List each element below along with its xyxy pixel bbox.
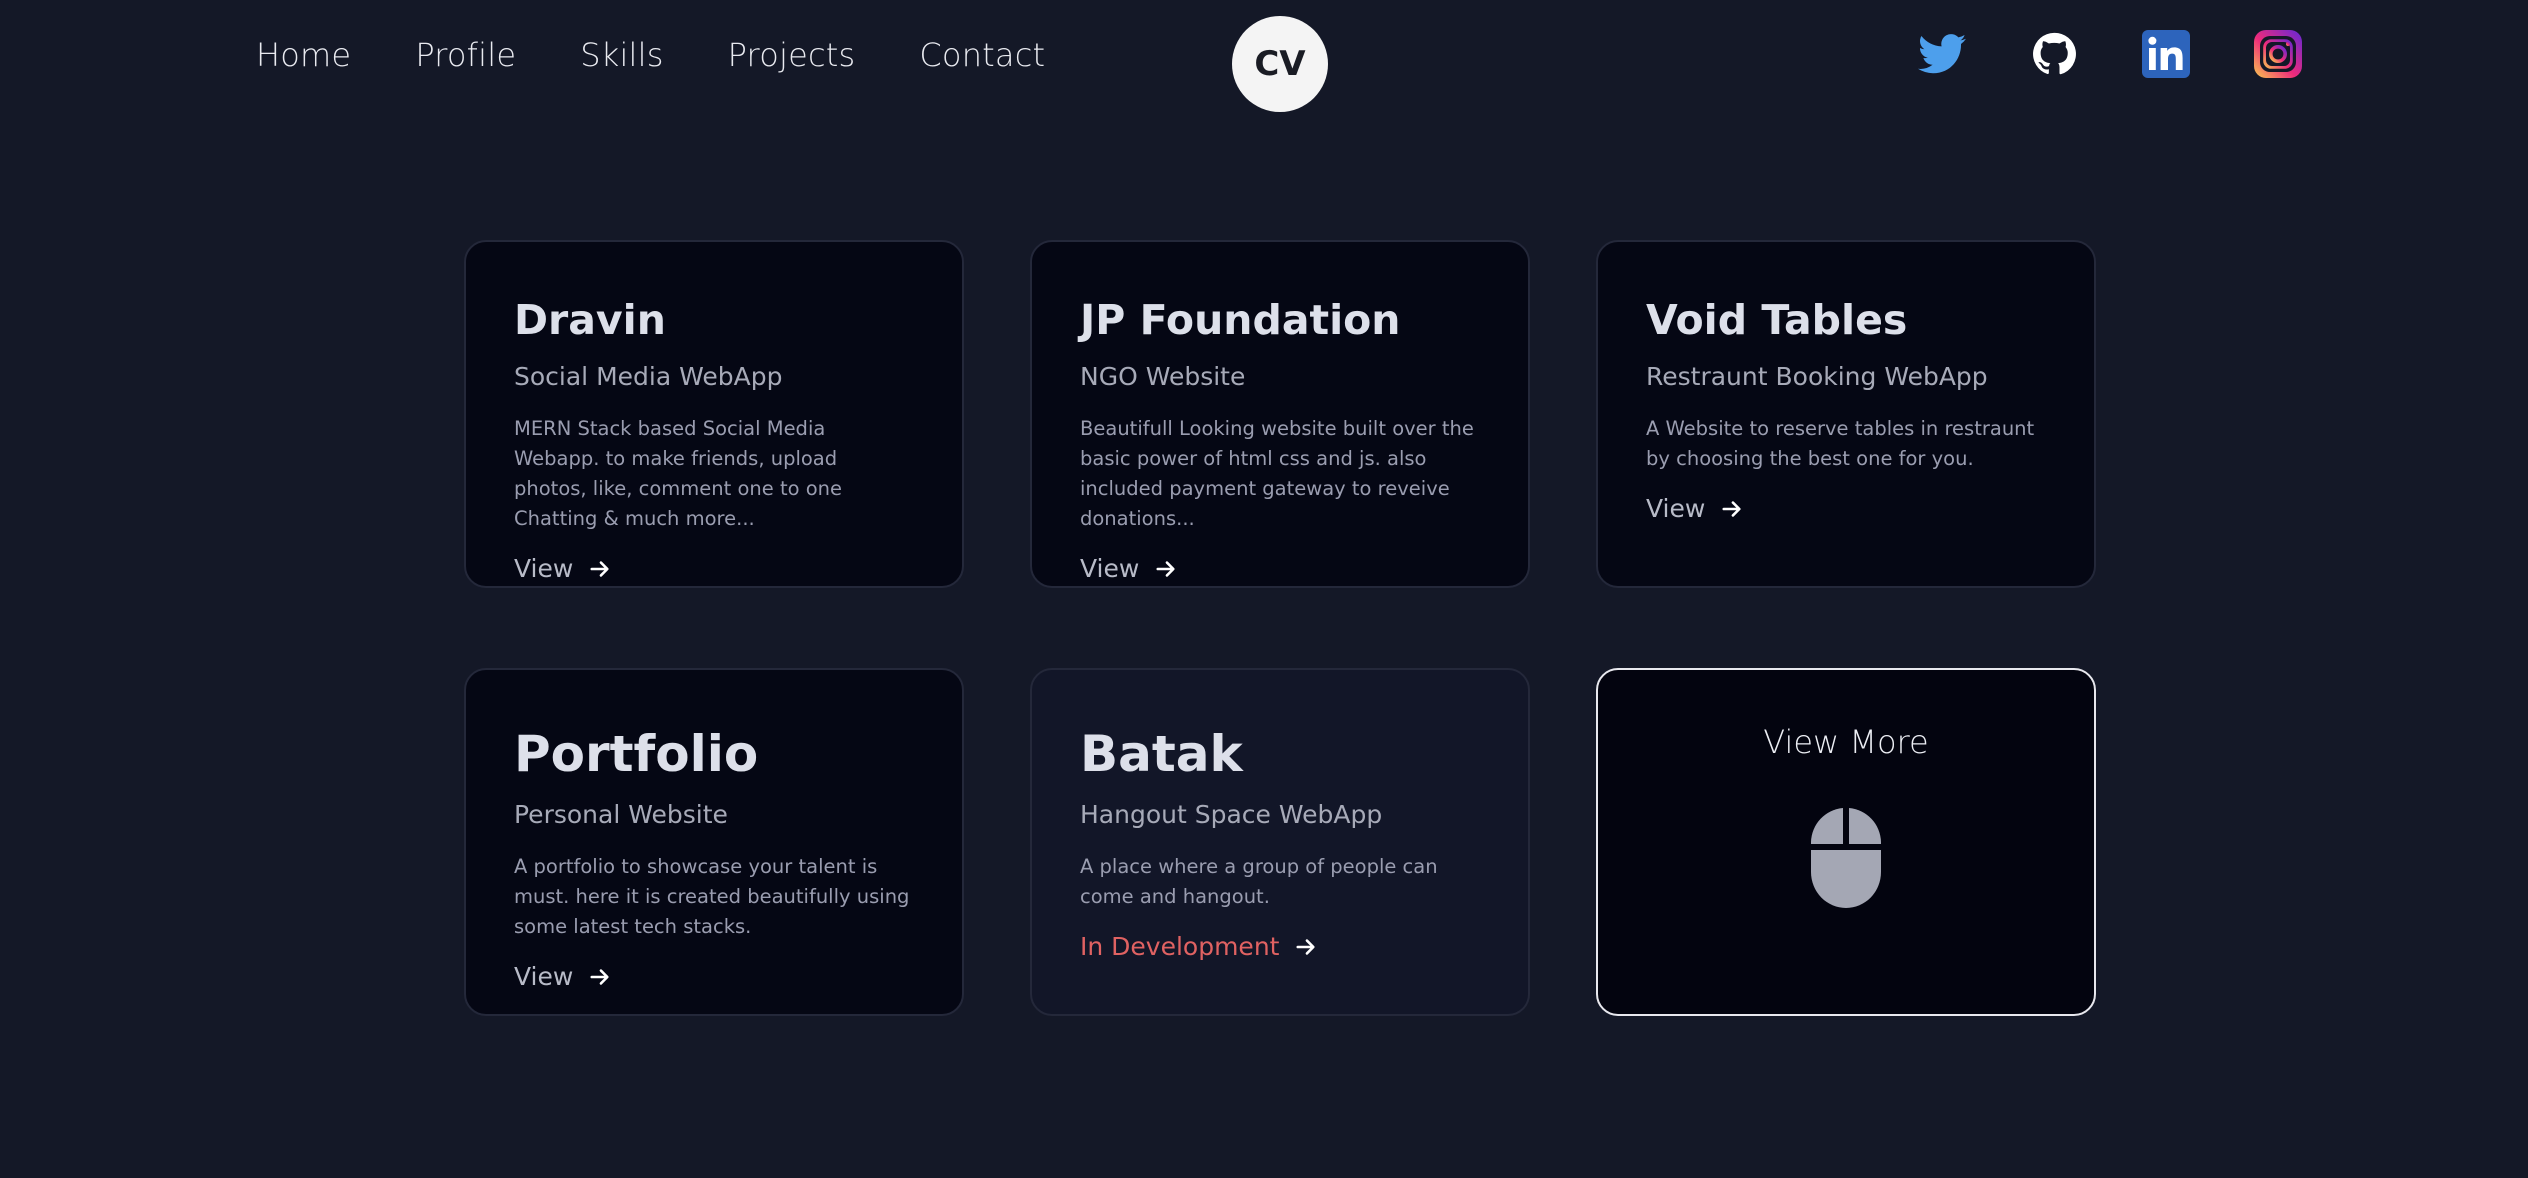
twitter-icon[interactable] <box>1918 30 1966 78</box>
view-link-label: View <box>514 554 574 583</box>
project-description: A place where a group of people can come… <box>1080 855 1438 908</box>
in-development-link[interactable]: In Development <box>1080 932 1317 961</box>
arrow-right-icon <box>590 560 609 577</box>
project-subtitle: Personal Website <box>514 800 728 829</box>
nav-links: Home Profile Skills Projects Contact <box>256 30 1109 80</box>
instagram-icon[interactable] <box>2254 30 2302 78</box>
nav-link-skills[interactable]: Skills <box>580 30 663 80</box>
view-more-label: View More <box>1763 723 1929 761</box>
nav-link-profile[interactable]: Profile <box>415 30 516 80</box>
projects-grid: Dravin Social Media WebApp MERN Stack ba… <box>464 240 2096 1016</box>
nav-link-projects[interactable]: Projects <box>728 30 856 80</box>
arrow-right-icon <box>590 968 609 985</box>
view-link[interactable]: View <box>514 962 611 991</box>
project-card-dravin: Dravin Social Media WebApp MERN Stack ba… <box>464 240 964 588</box>
nav-link-home[interactable]: Home <box>256 30 351 80</box>
project-card-jp-foundation: JP Foundation NGO Website Beautifull Loo… <box>1030 240 1530 588</box>
project-description: A Website to reserve tables in restraunt… <box>1646 417 2035 470</box>
linkedin-icon[interactable] <box>2142 30 2190 78</box>
mouse-icon <box>1811 808 1881 908</box>
cv-logo[interactable]: CV <box>1232 16 1328 112</box>
arrow-right-icon <box>1296 938 1316 955</box>
project-title: JP Foundation <box>1080 296 1401 344</box>
arrow-right-icon <box>1156 560 1175 577</box>
project-card-portfolio: Portfolio Personal Website A portfolio t… <box>464 668 964 1016</box>
view-link-label: View <box>514 962 574 991</box>
view-link-label: View <box>1646 494 1706 523</box>
github-icon[interactable] <box>2030 30 2078 78</box>
project-card-void-tables: Void Tables Restraunt Booking WebApp A W… <box>1596 240 2096 588</box>
project-title: Batak <box>1080 725 1243 783</box>
project-card-batak: Batak Hangout Space WebApp A place where… <box>1030 668 1530 1016</box>
view-link-label: View <box>1080 554 1140 583</box>
nav-link-contact[interactable]: Contact <box>919 30 1045 80</box>
project-subtitle: Social Media WebApp <box>514 362 783 391</box>
project-title: Portfolio <box>514 725 759 783</box>
arrow-right-icon <box>1722 500 1741 517</box>
status-label: In Development <box>1080 932 1280 961</box>
project-subtitle: NGO Website <box>1080 362 1246 391</box>
project-title: Dravin <box>514 296 666 344</box>
project-subtitle: Restraunt Booking WebApp <box>1646 362 1988 391</box>
project-title: Void Tables <box>1646 296 1908 344</box>
project-description: Beautifull Looking website built over th… <box>1080 417 1474 530</box>
social-links <box>1918 30 2302 78</box>
view-link[interactable]: View <box>1080 554 1177 583</box>
view-link[interactable]: View <box>514 554 611 583</box>
view-link[interactable]: View <box>1646 494 1743 523</box>
project-subtitle: Hangout Space WebApp <box>1080 800 1383 829</box>
view-more-card[interactable]: View More <box>1596 668 2096 1016</box>
project-description: MERN Stack based Social Media Webapp. to… <box>514 417 843 530</box>
project-description: A portfolio to showcase your talent is m… <box>514 855 910 938</box>
navbar: Home Profile Skills Projects Contact CV <box>0 0 2528 120</box>
